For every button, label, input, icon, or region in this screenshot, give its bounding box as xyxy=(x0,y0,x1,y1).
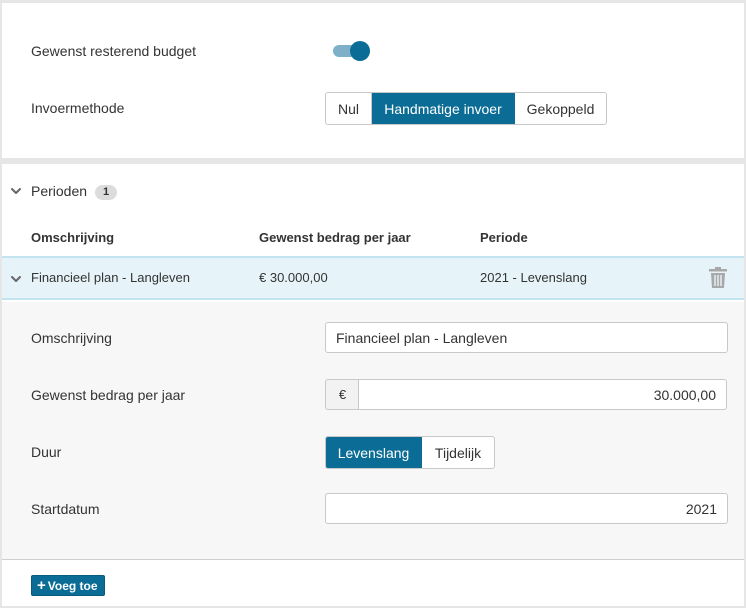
duration-segmented-control: Levenslang Tijdelijk xyxy=(325,436,495,469)
add-period-button[interactable]: + Voeg toe xyxy=(31,575,105,596)
description-input[interactable] xyxy=(325,322,728,353)
expand-row-icon[interactable] xyxy=(10,273,22,285)
duration-option-levenslang[interactable]: Levenslang xyxy=(326,437,422,468)
method-option-nul[interactable]: Nul xyxy=(326,93,372,124)
column-header-amount[interactable]: Gewenst bedrag per jaar xyxy=(259,230,411,245)
periods-count-badge: 1 xyxy=(95,185,117,200)
row-description: Financieel plan - Langleven xyxy=(31,270,190,285)
duration-option-tijdelijk[interactable]: Tijdelijk xyxy=(422,437,494,468)
column-header-period[interactable]: Periode xyxy=(480,230,528,245)
toggle-knob xyxy=(350,41,370,61)
plus-icon: + xyxy=(37,577,46,594)
method-segmented-control: Nul Handmatige invoer Gekoppeld xyxy=(325,92,607,125)
trash-icon[interactable] xyxy=(708,267,728,289)
budget-toggle[interactable] xyxy=(333,40,371,62)
amount-input[interactable] xyxy=(358,379,727,410)
amount-label: Gewenst bedrag per jaar xyxy=(31,387,186,403)
collapse-periods-icon[interactable] xyxy=(10,185,22,197)
periods-title: Perioden xyxy=(31,183,88,199)
row-period: 2021 - Levenslang xyxy=(480,270,587,285)
row-amount: € 30.000,00 xyxy=(259,270,328,285)
budget-label: Gewenst resterend budget xyxy=(31,43,196,59)
start-date-input[interactable] xyxy=(325,493,728,524)
column-header-description[interactable]: Omschrijving xyxy=(31,230,114,245)
add-button-label: Voeg toe xyxy=(47,578,98,593)
start-date-label: Startdatum xyxy=(31,501,100,517)
method-label: Invoermethode xyxy=(31,100,125,116)
method-option-gekoppeld[interactable]: Gekoppeld xyxy=(515,93,606,124)
method-option-handmatig[interactable]: Handmatige invoer xyxy=(372,93,515,124)
description-label: Omschrijving xyxy=(31,330,112,346)
duration-label: Duur xyxy=(31,444,62,460)
currency-prefix: € xyxy=(325,379,359,410)
settings-panel xyxy=(2,3,744,158)
